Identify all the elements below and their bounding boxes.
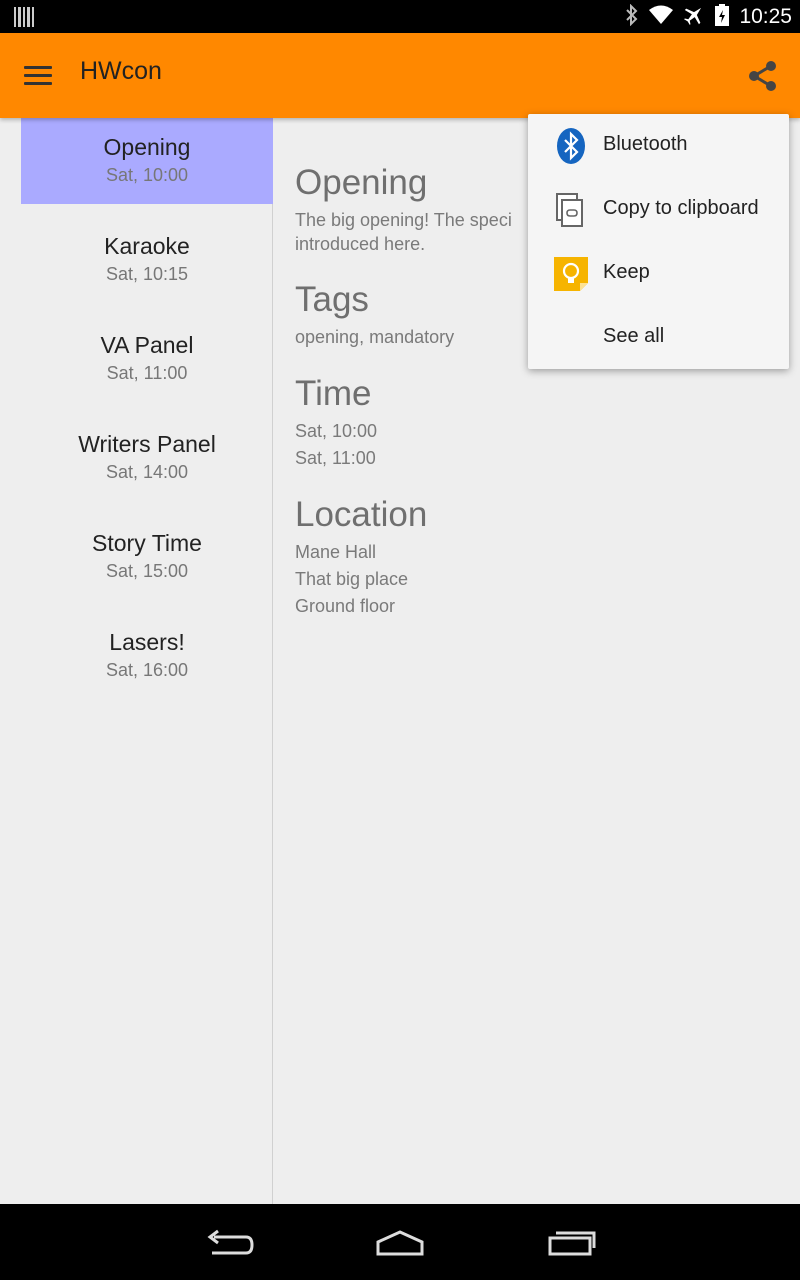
app-bar: HWcon (0, 33, 800, 118)
detail-title: Opening (295, 163, 428, 202)
recents-icon[interactable] (542, 1224, 602, 1264)
event-title: Opening (103, 134, 191, 160)
share-item-see-all[interactable]: See all (528, 306, 789, 370)
event-title: Karaoke (104, 233, 190, 259)
share-menu: Bluetooth Copy to clipboard Keep See all (528, 114, 789, 369)
wifi-icon (649, 5, 674, 29)
location-line3: Ground floor (295, 596, 396, 616)
event-time: Sat, 10:15 (105, 264, 189, 284)
location-heading: Location (295, 495, 428, 534)
share-item-keep[interactable]: Keep (528, 242, 789, 306)
list-item[interactable]: Story Time Sat, 15:00 (21, 514, 273, 600)
location-line1: Mane Hall (295, 542, 377, 562)
status-bar: 10:25 (0, 0, 800, 33)
share-item-label: See all (603, 325, 665, 347)
list-item[interactable]: Karaoke Sat, 10:15 (21, 217, 273, 303)
battery-icon (715, 4, 730, 30)
list-item[interactable]: Opening Sat, 10:00 (21, 118, 273, 204)
list-item[interactable]: Lasers! Sat, 16:00 (21, 613, 273, 699)
share-item-clipboard[interactable]: Copy to clipboard (528, 178, 789, 242)
bluetooth-icon (625, 3, 639, 30)
event-time: Sat, 16:00 (105, 660, 189, 680)
status-time: 10:25 (739, 5, 792, 28)
time-start: Sat, 10:00 (295, 421, 378, 441)
event-time: Sat, 10:00 (105, 165, 189, 185)
event-time: Sat, 14:00 (105, 462, 189, 482)
navigation-bar (0, 1204, 800, 1280)
share-item-label: Bluetooth (603, 133, 688, 155)
event-list: Opening Sat, 10:00 Karaoke Sat, 10:15 VA… (0, 118, 273, 1204)
clipboard-icon (552, 191, 590, 229)
list-item[interactable]: Writers Panel Sat, 14:00 (21, 415, 273, 501)
back-icon[interactable] (200, 1224, 260, 1264)
barcode-icon (14, 7, 34, 31)
event-title: Writers Panel (78, 431, 216, 457)
event-title: Story Time (92, 530, 202, 556)
detail-description-line2: introduced here. (295, 234, 426, 254)
home-icon[interactable] (370, 1224, 430, 1264)
share-icon[interactable] (744, 57, 782, 95)
share-item-label: Keep (603, 261, 650, 283)
time-end: Sat, 11:00 (295, 448, 376, 468)
menu-icon[interactable] (24, 66, 52, 86)
location-line2: That big place (295, 569, 409, 589)
airplane-icon (683, 4, 705, 30)
share-item-bluetooth[interactable]: Bluetooth (528, 114, 789, 178)
detail-description-line1: The big opening! The speci (295, 210, 512, 230)
bluetooth-icon (552, 127, 590, 165)
tags-value: opening, mandatory (295, 327, 455, 347)
keep-icon (552, 255, 590, 293)
event-title: VA Panel (100, 332, 194, 358)
event-title: Lasers! (109, 629, 185, 655)
list-item[interactable]: VA Panel Sat, 11:00 (21, 316, 273, 402)
event-time: Sat, 15:00 (105, 561, 189, 581)
share-item-label: Copy to clipboard (603, 197, 759, 219)
app-title: HWcon (80, 57, 162, 85)
event-time: Sat, 11:00 (106, 363, 188, 383)
tags-heading: Tags (295, 280, 369, 319)
time-heading: Time (295, 374, 372, 413)
